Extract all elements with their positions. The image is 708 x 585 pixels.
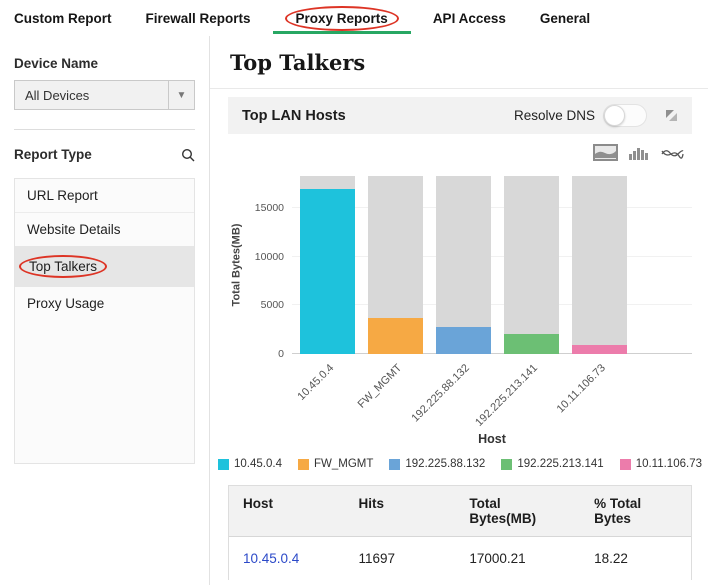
legend-label: 192.225.213.141 <box>517 458 603 470</box>
column-header-hits: Hits <box>345 486 456 536</box>
y-tick-label: 5000 <box>242 299 284 311</box>
top-lan-hosts-panel-header: Top LAN Hosts Resolve DNS <box>228 97 692 134</box>
tab-label: Firewall Reports <box>146 11 251 26</box>
sidebar-item-proxy-usage[interactable]: Proxy Usage <box>15 287 194 320</box>
device-select[interactable]: All Devices ▼ <box>14 80 195 110</box>
chart-column[interactable]: FW_MGMT <box>368 176 423 354</box>
chart-columns: 10.45.0.4FW_MGMT192.225.88.132192.225.21… <box>292 176 692 354</box>
tab-general[interactable]: General <box>540 0 590 36</box>
legend-item[interactable]: FW_MGMT <box>298 458 373 470</box>
legend-swatch-icon <box>501 459 512 470</box>
legend-item[interactable]: 192.225.88.132 <box>389 458 485 470</box>
item-label: URL Report <box>27 188 98 203</box>
area-chart-icon[interactable] <box>594 145 617 160</box>
sidebar-item-website-details[interactable]: Website Details <box>15 213 194 246</box>
legend-swatch-icon <box>298 459 309 470</box>
column-header-pct-total-bytes: % Total Bytes <box>580 486 691 536</box>
host-link[interactable]: 10.45.0.4 <box>243 551 299 566</box>
sidebar: Device Name All Devices ▼ Report Type UR… <box>0 36 210 585</box>
bar[interactable] <box>572 345 627 354</box>
bar[interactable] <box>368 318 423 354</box>
item-label: Top Talkers <box>29 259 97 274</box>
legend-item[interactable]: 10.45.0.4 <box>218 458 282 470</box>
line-chart-icon[interactable] <box>661 145 684 160</box>
chart-legend: 10.45.0.4 FW_MGMT 192.225.88.132 192.225.21… <box>228 458 692 470</box>
red-circle-annotation: Proxy Reports <box>285 6 399 31</box>
content-divider <box>210 88 708 89</box>
column-header-host: Host <box>229 486 345 536</box>
device-name-label: Device Name <box>14 56 195 71</box>
item-label: Website Details <box>27 222 121 237</box>
cell-pct-total-bytes: 18.22 <box>580 537 691 580</box>
legend-label: FW_MGMT <box>314 458 373 470</box>
sidebar-item-url-report[interactable]: URL Report <box>15 179 194 213</box>
table-header-row: Host Hits Total Bytes(MB) % Total Bytes <box>229 486 691 537</box>
x-axis-title: Host <box>292 432 692 446</box>
legend-swatch-icon <box>620 459 631 470</box>
top-nav: Custom Report Firewall Reports Proxy Rep… <box>0 0 708 36</box>
red-circle-annotation: Top Talkers <box>19 255 107 278</box>
tab-label: API Access <box>433 11 506 26</box>
top-talkers-table: Host Hits Total Bytes(MB) % Total Bytes … <box>228 485 692 580</box>
legend-swatch-icon <box>389 459 400 470</box>
chart-plot: 05000100001500010.45.0.4FW_MGMT192.225.8… <box>292 176 692 354</box>
cell-host: 10.45.0.4 <box>229 537 345 580</box>
chart-column[interactable]: 192.225.213.141 <box>504 176 559 354</box>
legend-label: 10.11.106.73 <box>636 458 702 470</box>
expand-icon[interactable] <box>665 109 678 122</box>
device-select-value: All Devices <box>15 81 168 109</box>
tab-label: Custom Report <box>14 11 112 26</box>
bar-track <box>572 176 627 354</box>
legend-item[interactable]: 192.225.213.141 <box>501 458 603 470</box>
table-row: 10.45.0.4 1169717000.2118.22 <box>229 537 691 580</box>
tab-label: General <box>540 11 590 26</box>
panel-title: Top LAN Hosts <box>242 108 514 124</box>
tab-firewall-reports[interactable]: Firewall Reports <box>146 0 251 36</box>
tab-proxy-reports[interactable]: Proxy Reports <box>285 0 399 36</box>
legend-label: 192.225.88.132 <box>405 458 485 470</box>
chart-column[interactable]: 10.11.106.73 <box>572 176 627 354</box>
resolve-dns-label: Resolve DNS <box>514 108 595 123</box>
chart-column[interactable]: 10.45.0.4 <box>300 176 355 354</box>
y-tick-label: 10000 <box>242 251 284 263</box>
tab-api-access[interactable]: API Access <box>433 0 506 36</box>
report-type-label: Report Type <box>14 147 92 162</box>
bar[interactable] <box>300 189 355 354</box>
tab-custom-report[interactable]: Custom Report <box>14 0 112 36</box>
bar[interactable] <box>436 327 491 354</box>
item-label: Proxy Usage <box>27 296 104 311</box>
legend-item[interactable]: 10.11.106.73 <box>620 458 702 470</box>
toggle-knob <box>604 105 625 126</box>
legend-label: 10.45.0.4 <box>234 458 282 470</box>
sidebar-divider <box>14 129 195 130</box>
chevron-down-icon: ▼ <box>168 81 194 109</box>
bar-chart-icon[interactable] <box>629 145 649 160</box>
main-content: Top Talkers Top LAN Hosts Resolve DNS <box>210 36 708 585</box>
y-axis-title: Total Bytes(MB) <box>230 224 242 307</box>
table-body: 10.45.0.4 1169717000.2118.22 <box>229 537 691 580</box>
cell-total-bytes: 17000.21 <box>455 537 580 580</box>
search-icon[interactable] <box>181 148 195 162</box>
y-tick-label: 0 <box>242 348 284 360</box>
sidebar-item-top-talkers[interactable]: Top Talkers <box>15 246 194 287</box>
report-type-list: URL Report Website Details Top Talkers P… <box>14 178 195 464</box>
cell-hits: 11697 <box>345 537 456 580</box>
bar-chart: Total Bytes(MB) 05000100001500010.45.0.4… <box>228 176 692 354</box>
page-title: Top Talkers <box>230 50 692 75</box>
legend-swatch-icon <box>218 459 229 470</box>
resolve-dns-toggle[interactable] <box>603 104 647 127</box>
tab-label: Proxy Reports <box>296 11 388 26</box>
chart-type-switcher <box>228 145 684 160</box>
bar[interactable] <box>504 334 559 354</box>
column-header-total-bytes: Total Bytes(MB) <box>455 486 580 536</box>
chart-column[interactable]: 192.225.88.132 <box>436 176 491 354</box>
bar-track <box>504 176 559 354</box>
y-tick-label: 15000 <box>242 202 284 214</box>
